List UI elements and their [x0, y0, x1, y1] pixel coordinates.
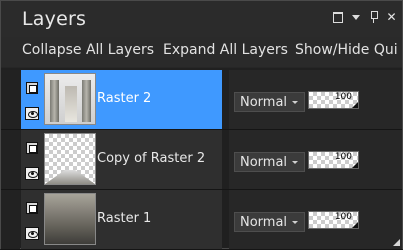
raster-layer-icon: [25, 81, 39, 94]
chevron-down-icon: [290, 93, 304, 111]
dropdown-arrow-icon[interactable]: [349, 10, 362, 24]
chevron-down-icon: [290, 213, 304, 231]
layer-name[interactable]: Raster 1: [97, 211, 151, 226]
row-gutter: [1, 190, 20, 249]
window-menu-icon[interactable]: [331, 10, 344, 24]
row-gutter: [1, 70, 20, 129]
expand-all-layers-button[interactable]: Expand All Layers: [163, 42, 288, 58]
layer-row-raster-2[interactable]: Raster 2 Normal 100: [1, 70, 402, 130]
panel-titlebar: Layers: [1, 1, 402, 37]
layer-row-copy-of-raster-2[interactable]: Copy of Raster 2 Normal 100: [1, 130, 402, 190]
layer-thumbnail: [44, 193, 96, 245]
layers-panel: Layers Collapse All Layers Expand All La…: [0, 0, 403, 250]
opacity-slider-handle: [309, 152, 358, 168]
resize-grip-icon[interactable]: [393, 239, 400, 246]
panel-title: Layers: [22, 8, 87, 30]
opacity-field[interactable]: 100: [308, 91, 359, 109]
layer-name[interactable]: Raster 2: [97, 91, 151, 106]
opacity-slider-handle: [309, 92, 358, 108]
raster-layer-icon: [25, 201, 39, 214]
layer-row-raster-1[interactable]: Raster 1 Normal 100: [1, 190, 402, 250]
blend-mode-value: Normal: [240, 215, 288, 230]
blend-mode-value: Normal: [240, 155, 288, 170]
close-icon[interactable]: [385, 10, 398, 24]
layer-thumbnail: [44, 133, 96, 185]
chevron-down-icon: [290, 153, 304, 171]
opacity-field[interactable]: 100: [308, 211, 359, 229]
opacity-slider-handle: [309, 212, 358, 228]
pin-icon[interactable]: [367, 10, 380, 24]
visibility-eye-icon[interactable]: [25, 227, 39, 240]
blend-mode-dropdown[interactable]: Normal: [234, 92, 305, 112]
blend-mode-dropdown[interactable]: Normal: [234, 152, 305, 172]
row-gutter: [1, 130, 20, 189]
opacity-field[interactable]: 100: [308, 151, 359, 169]
raster-layer-icon: [25, 141, 39, 154]
collapse-all-layers-button[interactable]: Collapse All Layers: [22, 42, 154, 58]
layer-name[interactable]: Copy of Raster 2: [97, 151, 205, 166]
show-hide-quick-button[interactable]: Show/Hide Qui: [295, 42, 398, 58]
layers-toolbar: Collapse All Layers Expand All Layers Sh…: [1, 37, 402, 67]
layers-list: Raster 2 Normal 100 Copy of Raster 2 Nor…: [1, 68, 402, 250]
visibility-eye-icon[interactable]: [25, 107, 39, 120]
visibility-eye-icon[interactable]: [25, 167, 39, 180]
blend-mode-dropdown[interactable]: Normal: [234, 212, 305, 232]
blend-mode-value: Normal: [240, 95, 288, 110]
layer-thumbnail: [44, 73, 96, 125]
titlebar-controls: [331, 10, 398, 24]
